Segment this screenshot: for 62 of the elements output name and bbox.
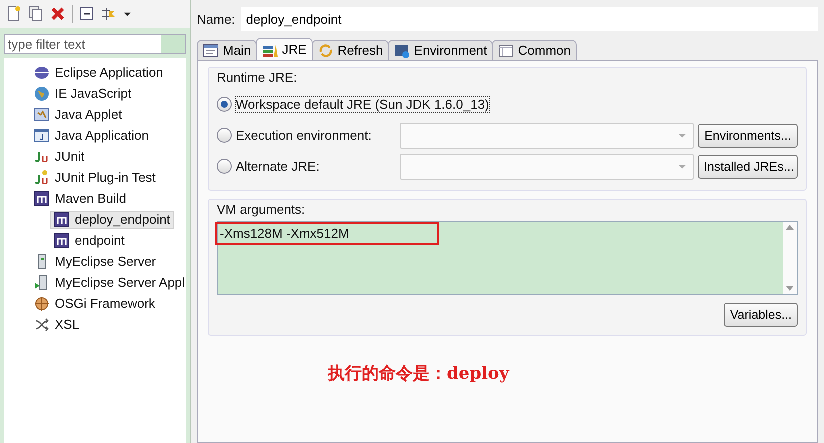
terminal-icon: [394, 42, 410, 58]
name-field[interactable]: deploy_endpoint: [241, 7, 818, 31]
group-title: Runtime JRE:: [217, 70, 298, 85]
radio-button[interactable]: [217, 159, 232, 174]
junit-plugin-icon: [34, 170, 50, 186]
tree-item[interactable]: endpoint: [50, 232, 129, 250]
tree-item[interactable]: deploy_endpoint: [50, 210, 174, 228]
vm-arguments-field[interactable]: -Xms128M -Xmx512M: [217, 221, 798, 295]
shuffle-icon: [34, 316, 50, 332]
dropdown-field[interactable]: [400, 154, 694, 180]
refresh-icon: [318, 42, 334, 58]
new-icon[interactable]: [6, 6, 22, 22]
filter-icon[interactable]: [101, 6, 117, 22]
tab[interactable]: Main: [197, 40, 258, 60]
caret-icon: [678, 164, 687, 170]
variables-button[interactable]: Variables...: [724, 303, 798, 327]
maven-icon: [54, 232, 70, 248]
radio-label[interactable]: Workspace default JRE (Sun JDK 1.6.0_13): [236, 97, 490, 112]
tab[interactable]: Refresh: [312, 40, 390, 60]
maven-icon: [34, 190, 50, 206]
tab[interactable]: Common: [492, 40, 578, 60]
caret-icon: [678, 132, 687, 138]
installed-jres-button[interactable]: Installed JREs...: [698, 154, 798, 178]
dropdown-field[interactable]: [400, 122, 694, 148]
scrollbar[interactable]: [783, 222, 797, 294]
tab[interactable]: Environment: [388, 40, 494, 60]
globe-icon: [34, 86, 50, 102]
tree-item[interactable]: Eclipse Application: [30, 64, 168, 82]
window-icon: [203, 42, 219, 58]
tree-item[interactable]: IE JavaScript: [30, 84, 136, 102]
tree-item[interactable]: Java Applet: [30, 106, 126, 124]
tree-item[interactable]: MyEclipse Server: [30, 252, 160, 270]
radio-button[interactable]: [217, 128, 232, 143]
eclipse-icon: [34, 64, 50, 80]
vm-arguments-text: -Xms128M -Xmx512M: [220, 226, 350, 241]
delete-icon[interactable]: [50, 6, 66, 22]
annotation-text: 执行的命令是：deploy: [328, 363, 511, 385]
scroll-down-icon[interactable]: [786, 286, 794, 291]
maven-icon: [54, 212, 70, 228]
collapse-icon[interactable]: [79, 6, 95, 22]
name-label: Name:: [197, 12, 236, 26]
tree-item[interactable]: XSL: [30, 316, 84, 334]
tree-item[interactable]: Java Application: [30, 126, 153, 144]
scroll-up-icon[interactable]: [786, 225, 794, 230]
tree-item[interactable]: MyEclipse Server Appl: [30, 274, 190, 292]
window-icon: [34, 128, 50, 144]
tree-item[interactable]: Maven Build: [30, 190, 131, 208]
server-icon: [34, 274, 50, 290]
tree-item[interactable]: OSGi Framework: [30, 294, 160, 312]
radio-button[interactable]: [217, 97, 232, 112]
tab[interactable]: JRE: [256, 38, 313, 60]
crosshair-icon: [34, 296, 50, 312]
radio-label[interactable]: Execution environment:: [236, 128, 396, 143]
tree-item[interactable]: JUnit: [30, 148, 89, 166]
window-icon: [498, 42, 514, 58]
duplicate-icon[interactable]: [28, 6, 44, 22]
applet-icon: [34, 106, 50, 122]
radio-label[interactable]: Alternate JRE:: [236, 159, 396, 174]
environments-button[interactable]: Environments...: [698, 124, 798, 148]
tree-item[interactable]: JUnit Plug-in Test: [30, 168, 160, 186]
filter-field[interactable]: type filter text: [4, 34, 186, 54]
group-title: VM arguments:: [217, 202, 306, 217]
